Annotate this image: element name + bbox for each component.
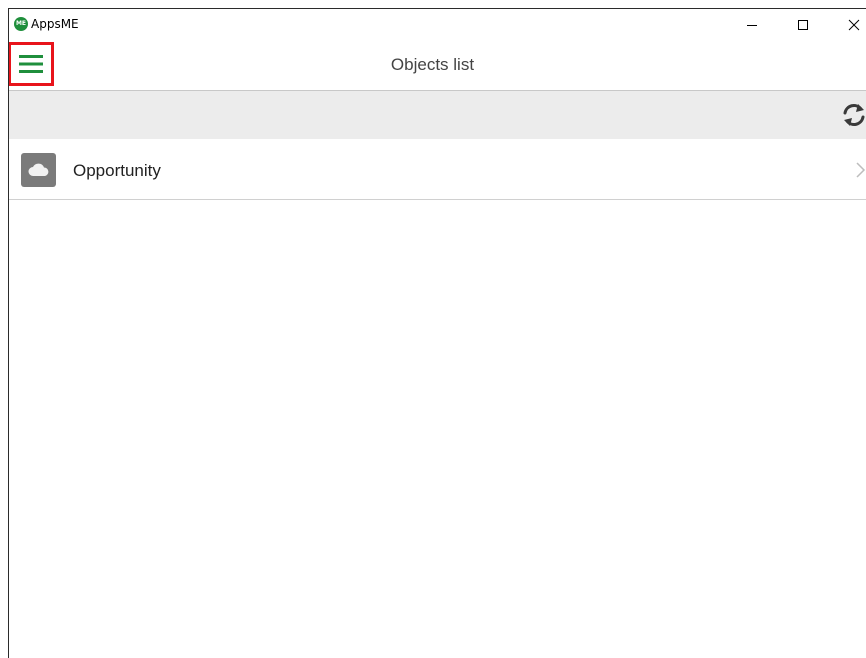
- minimize-icon: [747, 24, 757, 26]
- page-title: Objects list: [390, 55, 475, 74]
- minimize-button[interactable]: [729, 9, 775, 40]
- objects-list: Opportunity: [9, 139, 866, 200]
- maximize-icon: [798, 19, 808, 30]
- app-logo-icon: ME: [14, 17, 28, 31]
- title-bar: ME AppsME: [9, 9, 866, 40]
- toolbar: [9, 91, 866, 139]
- close-icon: [848, 19, 860, 30]
- refresh-button[interactable]: [837, 100, 866, 130]
- list-item-label: Opportunity: [73, 161, 161, 180]
- chevron-right-icon: [856, 162, 866, 178]
- cloud-icon: [21, 153, 56, 187]
- maximize-button[interactable]: [780, 9, 826, 40]
- close-button[interactable]: [831, 9, 866, 40]
- app-window: ME AppsME Objects list Opportunity: [8, 8, 866, 658]
- window-title: AppsME: [31, 17, 79, 31]
- app-header: Objects list: [9, 40, 866, 91]
- refresh-icon: [843, 104, 865, 126]
- list-item-opportunity[interactable]: Opportunity: [9, 139, 866, 200]
